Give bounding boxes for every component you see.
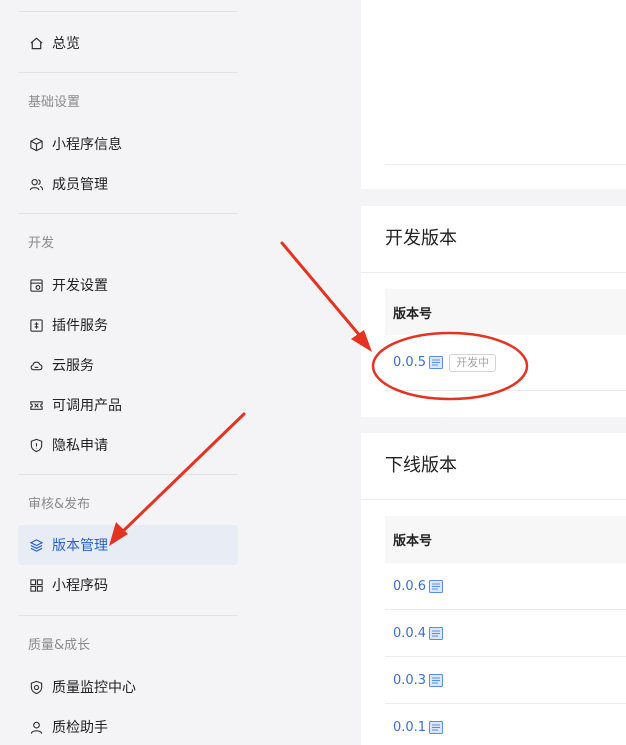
sidebar-item-dev-settings[interactable]: 开发设置 <box>18 265 238 305</box>
annotation-arrow-to-dev-version <box>280 241 372 352</box>
offline-version-table: 版本号 0.0.6 0.0.4 0.0.3 0.0.1 <box>385 516 626 745</box>
sidebar-item-label: 成员管理 <box>52 177 108 193</box>
table-row: 0.0.4 <box>385 610 626 657</box>
version-link[interactable]: 0.0.1 <box>393 720 426 735</box>
sidebar-item-members[interactable]: 成员管理 <box>18 164 238 204</box>
sidebar-item-label: 小程序信息 <box>52 137 122 153</box>
dev-version-title: 开发版本 <box>385 228 457 249</box>
ticket-icon <box>28 397 44 413</box>
version-link[interactable]: 0.0.5 <box>393 355 426 370</box>
sidebar-item-label: 隐私申请 <box>52 438 108 454</box>
dev-settings-icon <box>28 277 44 293</box>
sidebar-divider <box>18 11 238 12</box>
section-title-dev: 开发 <box>28 236 55 251</box>
table-header: 版本号 <box>385 516 626 563</box>
sidebar-item-label: 版本管理 <box>52 538 108 554</box>
version-link[interactable]: 0.0.3 <box>393 673 426 688</box>
sidebar-item-plugins[interactable]: 插件服务 <box>18 305 238 345</box>
offline-version-card: 下线版本 版本号 0.0.6 0.0.4 0.0.3 0.0.1 <box>361 433 626 745</box>
sidebar-item-miniprogram-info[interactable]: 小程序信息 <box>18 124 238 164</box>
column-header-version: 版本号 <box>393 306 433 322</box>
home-icon <box>28 35 44 51</box>
card-divider <box>385 164 626 165</box>
sidebar-divider <box>18 213 238 214</box>
sidebar-item-version-management[interactable]: 版本管理 <box>18 525 238 565</box>
dev-version-card: 开发版本 版本号 0.0.5 开发中 <box>361 206 626 417</box>
cloud-icon <box>28 357 44 373</box>
sidebar-item-quality-monitor[interactable]: 质量监控中心 <box>18 667 238 707</box>
plugin-icon <box>28 317 44 333</box>
top-card <box>361 0 626 189</box>
table-row: 0.0.5 开发中 <box>385 335 626 391</box>
sidebar-item-label: 云服务 <box>52 358 94 374</box>
sidebar-item-label: 开发设置 <box>52 278 108 294</box>
detail-doc-icon[interactable] <box>429 721 444 734</box>
members-icon <box>28 176 44 192</box>
card-divider <box>361 272 626 273</box>
table-row: 0.0.1 <box>385 704 626 745</box>
section-title-quality: 质量&成长 <box>28 638 91 653</box>
sidebar-item-callable-products[interactable]: 可调用产品 <box>18 385 238 425</box>
sidebar-item-label: 插件服务 <box>52 318 108 334</box>
table-header: 版本号 <box>385 289 626 335</box>
sidebar-item-label: 可调用产品 <box>52 398 122 414</box>
sidebar-item-quality-assistant[interactable]: 质检助手 <box>18 707 238 745</box>
quality-shield-icon <box>28 679 44 695</box>
grid-icon <box>28 577 44 593</box>
sidebar-item-label: 质量监控中心 <box>52 680 136 696</box>
sidebar-item-label: 小程序码 <box>52 578 108 594</box>
main-content: 开发版本 版本号 0.0.5 开发中 下线版本 版本号 0.0.6 0.0.4 … <box>361 0 626 745</box>
status-badge: 开发中 <box>449 353 497 372</box>
table-row: 0.0.3 <box>385 657 626 704</box>
sidebar-item-miniprogram-code[interactable]: 小程序码 <box>18 565 238 605</box>
sidebar-item-label: 质检助手 <box>52 720 108 736</box>
sidebar: 总览 基础设置 小程序信息 成员管理 开发 开发设置 插件服务 云服务 可调用产… <box>0 0 258 745</box>
detail-doc-icon[interactable] <box>429 579 444 593</box>
table-row: 0.0.6 <box>385 563 626 610</box>
section-title-basic: 基础设置 <box>28 95 81 110</box>
detail-doc-icon[interactable] <box>429 673 444 687</box>
version-link[interactable]: 0.0.4 <box>393 626 426 641</box>
sidebar-divider <box>18 474 238 475</box>
section-title-review-release: 审核&发布 <box>28 497 91 512</box>
detail-doc-icon[interactable] <box>429 356 444 369</box>
dev-version-table: 版本号 0.0.5 开发中 <box>385 289 626 391</box>
sidebar-item-overview[interactable]: 总览 <box>18 23 238 63</box>
sidebar-divider <box>18 615 238 616</box>
sidebar-item-privacy[interactable]: 隐私申请 <box>18 425 238 465</box>
sidebar-divider <box>18 72 238 73</box>
shield-icon <box>28 437 44 453</box>
cube-icon <box>28 136 44 152</box>
column-header-version: 版本号 <box>393 534 433 549</box>
card-divider <box>361 499 626 500</box>
detail-doc-icon[interactable] <box>429 626 444 640</box>
layers-icon <box>28 537 44 553</box>
sidebar-item-label: 总览 <box>52 36 80 52</box>
version-link[interactable]: 0.0.6 <box>393 579 426 594</box>
sidebar-item-cloud[interactable]: 云服务 <box>18 345 238 385</box>
offline-version-title: 下线版本 <box>385 455 457 476</box>
user-icon <box>28 719 44 735</box>
